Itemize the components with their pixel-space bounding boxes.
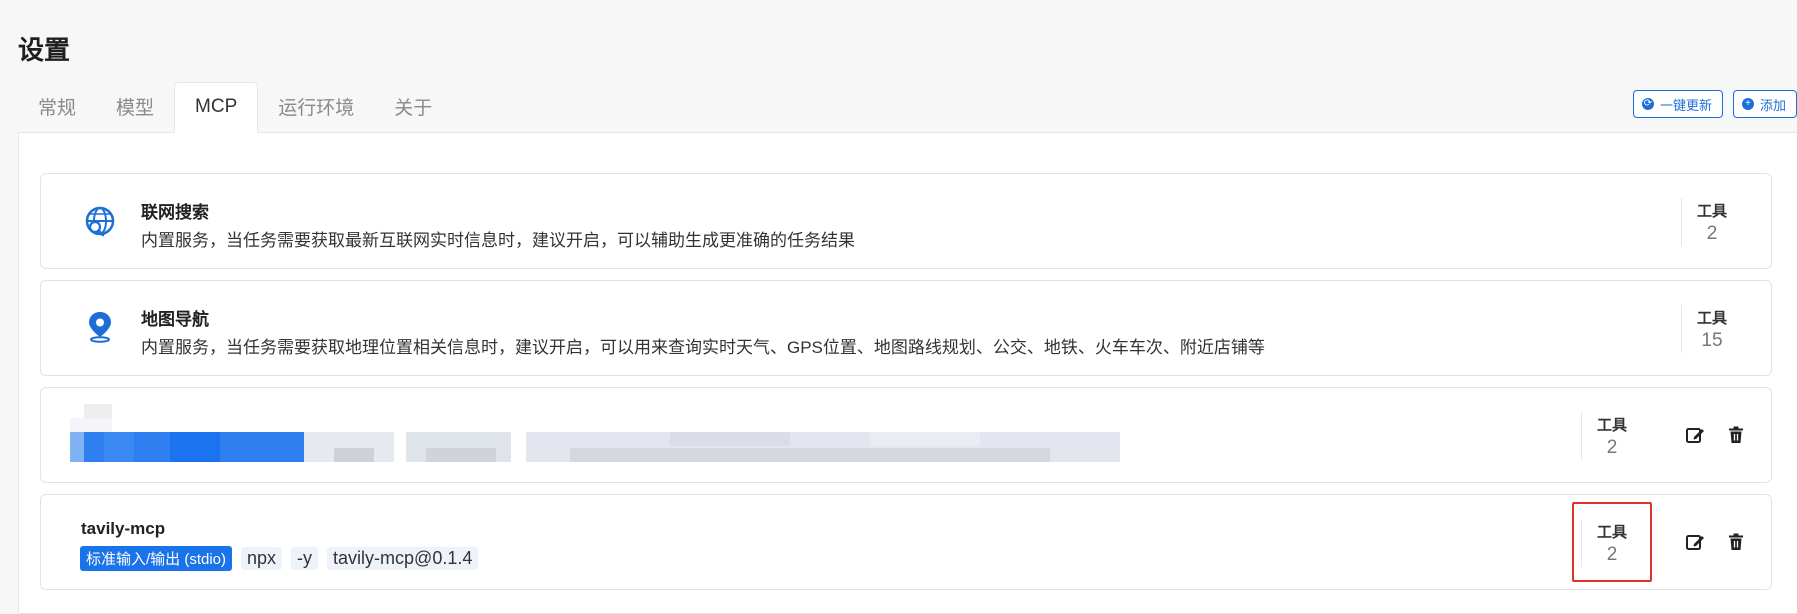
mcp-server-card-map-navigation[interactable]: 地图导航 内置服务，当任务需要获取地理位置相关信息时，建议开启，可以用来查询实时… — [40, 280, 1772, 376]
server-description: 内置服务，当任务需要获取地理位置相关信息时，建议开启，可以用来查询实时天气、GP… — [141, 338, 1265, 357]
tools-number: 2 — [1606, 437, 1618, 458]
tools-count[interactable]: 工具 2 — [1581, 519, 1642, 567]
transport-tag: 标准输入/输出 (stdio) — [80, 546, 233, 571]
mcp-server-card-web-search[interactable]: 联网搜索 内置服务，当任务需要获取最新互联网实时信息时，建议开启，可以辅助生成更… — [40, 173, 1772, 269]
tools-number: 2 — [1706, 223, 1718, 244]
server-description: 内置服务，当任务需要获取最新互联网实时信息时，建议开启，可以辅助生成更准确的任务… — [141, 231, 855, 250]
tools-count[interactable]: 工具 2 — [1581, 412, 1642, 460]
tools-label: 工具 — [1596, 524, 1627, 541]
add-label: 添加 — [1759, 97, 1786, 113]
package-tag: tavily-mcp@0.1.4 — [327, 547, 479, 570]
globe-search-icon — [85, 206, 115, 237]
refresh-icon: ⟳ — [1641, 98, 1654, 110]
map-pin-icon — [89, 312, 111, 343]
tools-count[interactable]: 工具 15 — [1681, 305, 1742, 353]
page-title: 设置 — [18, 35, 71, 65]
edit-icon[interactable] — [1685, 532, 1705, 552]
tools-number: 2 — [1606, 544, 1618, 565]
tools-number: 15 — [1701, 330, 1723, 351]
trash-icon[interactable] — [1726, 532, 1746, 552]
server-name: 联网搜索 — [141, 203, 209, 222]
update-all-label: 一键更新 — [1659, 97, 1712, 113]
server-name: 地图导航 — [141, 310, 209, 329]
trash-icon[interactable] — [1726, 425, 1746, 445]
mcp-server-card-tavily[interactable]: tavily-mcp 工具 2 — [40, 494, 1772, 590]
tab-runtime[interactable]: 运行环境 — [258, 85, 374, 133]
plus-icon: + — [1741, 98, 1754, 110]
server-tags: 标准输入/输出 (stdio) npx -y tavily-mcp@0.1.4 — [80, 546, 479, 571]
tab-mcp[interactable]: MCP — [174, 82, 259, 133]
tab-models[interactable]: 模型 — [96, 85, 174, 133]
add-button[interactable]: + 添加 — [1732, 90, 1797, 118]
update-all-button[interactable]: ⟳ 一键更新 — [1632, 90, 1723, 118]
tools-label: 工具 — [1696, 203, 1727, 220]
tools-count[interactable]: 工具 2 — [1681, 198, 1742, 246]
redacted-content — [70, 404, 1120, 466]
tab-about[interactable]: 关于 — [374, 85, 452, 133]
command-tag: npx — [241, 547, 283, 570]
tools-label: 工具 — [1596, 417, 1627, 434]
settings-tabs: 常规 模型 MCP 运行环境 关于 — [18, 82, 452, 133]
server-name: tavily-mcp — [81, 519, 166, 538]
tab-general[interactable]: 常规 — [18, 85, 96, 133]
edit-icon[interactable] — [1685, 425, 1705, 445]
toolbar: ⟳ 一键更新 + 添加 — [1632, 90, 1797, 118]
tools-label: 工具 — [1696, 310, 1727, 327]
arg-tag: -y — [291, 547, 319, 570]
